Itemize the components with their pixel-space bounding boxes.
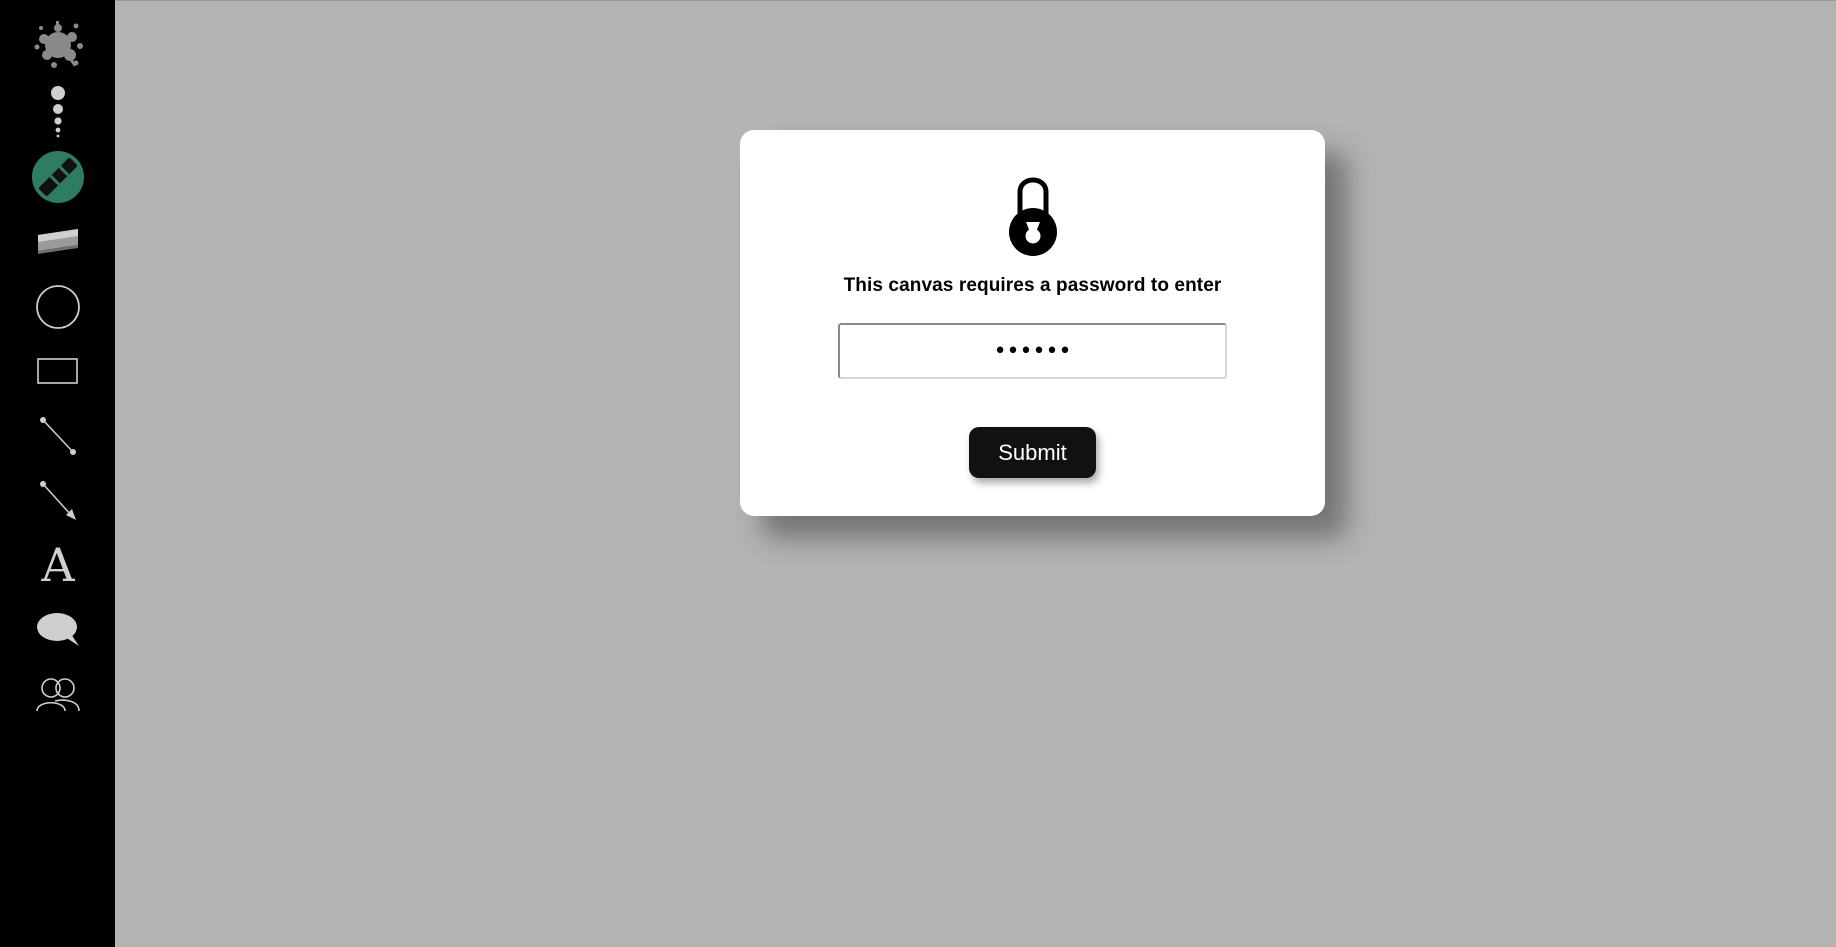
password-prompt-text: This canvas requires a password to enter (843, 275, 1222, 296)
circle-icon[interactable] (27, 280, 89, 334)
line-icon[interactable] (27, 409, 89, 463)
password-dialog: This canvas requires a password to enter… (740, 130, 1325, 516)
canvas-area: This canvas requires a password to enter… (115, 0, 1836, 947)
color-splat-icon[interactable] (27, 18, 89, 72)
toolbar: A (0, 0, 115, 947)
marker-pen-icon[interactable] (27, 150, 89, 204)
lock-icon (1009, 177, 1057, 256)
comment-bubble-icon[interactable] (27, 603, 89, 657)
users-icon[interactable] (27, 668, 89, 722)
rectangle-icon[interactable] (27, 344, 89, 398)
text-icon[interactable]: A (27, 538, 89, 592)
arrow-icon[interactable] (27, 473, 89, 527)
brush-size-icon[interactable] (27, 84, 89, 140)
eraser-icon[interactable] (27, 214, 89, 268)
password-input[interactable] (838, 323, 1227, 379)
text-icon-glyph: A (41, 538, 75, 592)
submit-button[interactable]: Submit (969, 427, 1096, 478)
